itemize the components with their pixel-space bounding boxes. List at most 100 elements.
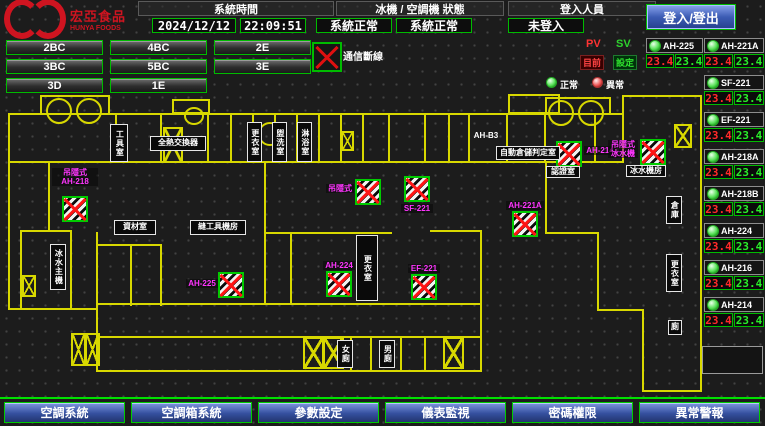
unit-row-sf-221[interactable]: SF-221 [704, 75, 764, 90]
plan-wall [207, 113, 209, 162]
equipment-label: 吊隱式 冰水機 [608, 140, 638, 158]
floor-button-4bc[interactable]: 4BC [110, 40, 207, 55]
unit-name: AH-216 [721, 263, 752, 273]
login-user-label: 登入人員 [508, 1, 656, 16]
room-label: 全熱交換器 [150, 136, 206, 151]
plan-wall [318, 113, 320, 162]
room-label: 盥洗室 [272, 122, 287, 162]
footer-button-5[interactable]: 密碼權限 [512, 402, 633, 423]
spiral-stair-icon [184, 107, 204, 125]
unit-row-ah-216[interactable]: AH-216 [704, 260, 764, 275]
equipment-comm-loss-icon[interactable] [404, 176, 430, 202]
plan-wall [265, 303, 481, 305]
login-state-value: 未登入 [508, 18, 584, 33]
equipment-label: AH-224 [323, 261, 355, 270]
unit-sv-value: 23.4 [734, 313, 764, 327]
unit-status-led [707, 151, 719, 163]
floor-button-2e[interactable]: 2E [214, 40, 311, 55]
room-label: 自動倉儲判定室 [496, 146, 560, 160]
unit-sv-value: 23.4 [734, 165, 764, 179]
equipment-comm-loss-icon[interactable] [62, 196, 88, 222]
room-label: 更衣室 [356, 235, 378, 301]
plan-wall [597, 232, 599, 311]
stairs-icon [71, 333, 86, 366]
footer-button-4[interactable]: 儀表監視 [385, 402, 506, 423]
unit-pv-value: 23.4 [704, 313, 733, 327]
equipment-comm-loss-icon[interactable] [355, 179, 381, 205]
plan-wall [480, 230, 482, 338]
floor-button-1e[interactable]: 1E [110, 78, 207, 93]
unit-row-ah-218a[interactable]: AH-218A [704, 149, 764, 164]
plan-wall [230, 113, 232, 162]
plan-wall [642, 309, 644, 392]
unit-sv-value: 23.4 [734, 54, 764, 68]
footer-button-6[interactable]: 異常警報 [639, 402, 760, 423]
plan-wall [48, 162, 50, 232]
plan-wall [424, 336, 426, 372]
unit-row-ah-225[interactable]: AH-225 [646, 38, 703, 53]
unit-name: AH-221A [721, 41, 759, 51]
unit-sv-value: 23.4 [734, 91, 764, 105]
unit-sv-value: 23.4 [734, 202, 764, 216]
stairs-icon [443, 337, 464, 369]
login-logout-button[interactable]: 登入/登出 [646, 4, 736, 30]
unit-row-ah-221a[interactable]: AH-221A [704, 38, 764, 53]
logo-subtitle: HUNYA FOODS [70, 25, 126, 32]
plan-wall [20, 230, 72, 232]
unit-pv-value: 23.4 [704, 165, 733, 179]
spiral-stair-icon [76, 98, 102, 124]
stairs-icon [22, 275, 36, 297]
room-label: 男廁 [379, 340, 395, 368]
unit-name: SF-221 [721, 78, 751, 88]
logo-mark-icon [4, 0, 66, 39]
floor-button-2bc[interactable]: 2BC [6, 40, 103, 55]
unit-row-ah-214[interactable]: AH-214 [704, 297, 764, 312]
equipment-comm-loss-icon[interactable] [640, 139, 666, 165]
floor-button-3bc[interactable]: 3BC [6, 59, 103, 74]
room-label: 工具室 [110, 124, 128, 162]
equipment-comm-loss-icon[interactable] [326, 271, 352, 297]
hmi-screen: { "header": { "logo_title": "宏亞食品", "log… [0, 0, 765, 426]
normal-label: 正常 [560, 78, 578, 91]
unit-row-ah-218b[interactable]: AH-218B [704, 186, 764, 201]
plan-wall [96, 303, 266, 305]
spiral-stair-icon [548, 100, 574, 126]
room-label: 淋浴室 [297, 122, 312, 162]
unit-name: EF-221 [721, 115, 751, 125]
stairs-icon [674, 124, 692, 148]
unit-row-ef-221[interactable]: EF-221 [704, 112, 764, 127]
plan-wall [290, 232, 292, 305]
stairs-icon [85, 333, 100, 366]
equipment-comm-loss-icon[interactable] [512, 211, 538, 237]
plan-wall [424, 113, 426, 162]
plan-wall [597, 309, 644, 311]
footer-button-3[interactable]: 參數設定 [258, 402, 379, 423]
equipment-label: 吊隱式 AH-218 [52, 168, 98, 186]
abnormal-led-icon [592, 77, 603, 88]
unit-pv-value: 23.4 [704, 128, 733, 142]
unit-name: AH-218A [721, 152, 759, 162]
floor-button-3e[interactable]: 3E [214, 59, 311, 74]
setpoint-tag: 設定 [613, 55, 637, 70]
equipment-comm-loss-icon[interactable] [411, 274, 437, 300]
unit-status-led [707, 40, 719, 52]
normal-led-icon [546, 77, 557, 88]
room-label: 冰水主機 [50, 244, 66, 290]
plan-wall [370, 336, 372, 372]
plan-wall [96, 244, 162, 246]
unit-status-led [707, 225, 719, 237]
footer-button-1[interactable]: 空調系統 [4, 402, 125, 423]
equipment-comm-loss-icon[interactable] [218, 272, 244, 298]
footer-button-2[interactable]: 空調箱系統 [131, 402, 252, 423]
unit-row-ah-224[interactable]: AH-224 [704, 223, 764, 238]
unit-pv-value: 23.4 [704, 202, 733, 216]
floor-button-5bc[interactable]: 5BC [110, 59, 207, 74]
unit-sv-value: 23.4 [734, 128, 764, 142]
unit-name: AH-224 [721, 226, 752, 236]
plan-wall [622, 95, 702, 97]
footer-separator [0, 397, 765, 399]
floor-button-3d[interactable]: 3D [6, 78, 103, 93]
unit-sv-value: 23.4 [734, 239, 764, 253]
room-label: 女廁 [337, 340, 353, 368]
equipment-label: SF-221 [401, 204, 433, 213]
